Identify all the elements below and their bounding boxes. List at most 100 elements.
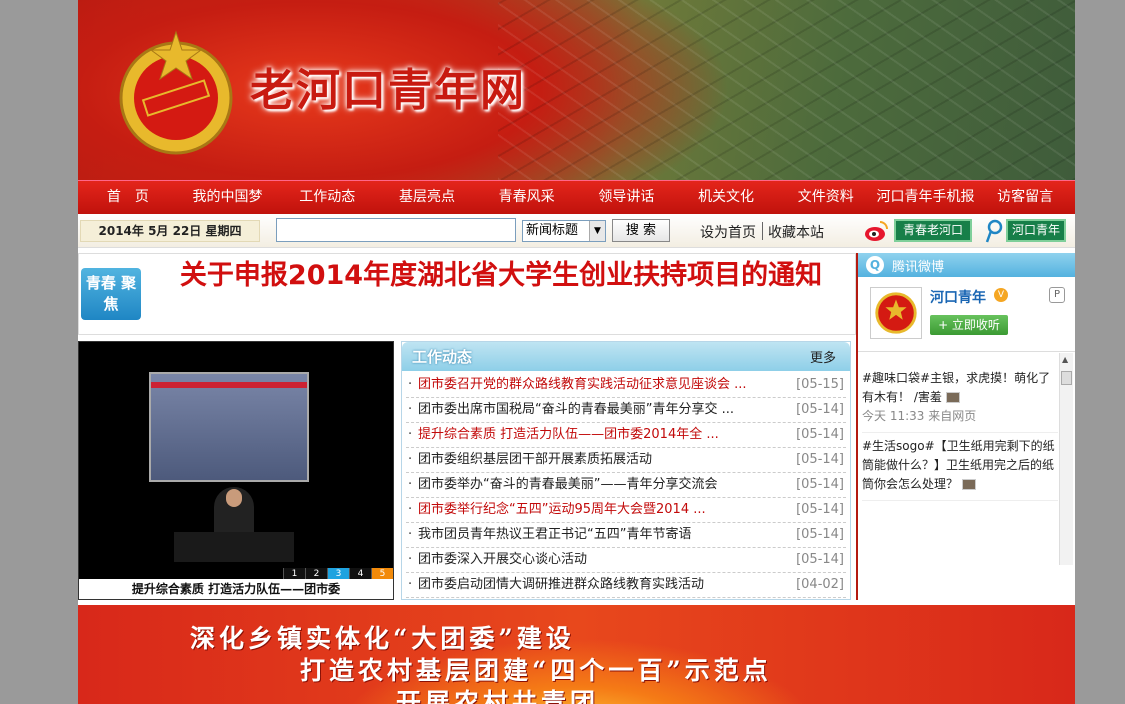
- news-item-title[interactable]: 团市委组织基层团干部开展素质拓展活动: [418, 448, 778, 472]
- feed-post: #生活sogo#【卫生纸用完剩下的纸筒能做什么？】卫生纸用完之后的纸筒你会怎么处…: [862, 433, 1058, 501]
- news-item-date: [05-14]: [796, 402, 844, 417]
- news-item-title[interactable]: 团市委出席市国税局“奋斗的青春最美丽”青年分享交 ...: [418, 398, 778, 422]
- search-scope-select[interactable]: 新闻标题 ▼: [522, 220, 606, 242]
- follow-button[interactable]: + 立即收听: [930, 315, 1008, 335]
- news-item-date: [04-02]: [796, 577, 844, 592]
- avatar[interactable]: [870, 287, 922, 339]
- favorite-link[interactable]: 收藏本站: [768, 222, 824, 242]
- news-item-date: [05-14]: [796, 552, 844, 567]
- image-icon[interactable]: [961, 479, 976, 490]
- site-banner: 老河口青年网: [78, 0, 1075, 180]
- promo-line-2: 打造农村基层团建“四个一百”示范点: [300, 656, 772, 685]
- city-aerial-image: [498, 0, 1075, 180]
- headline-title[interactable]: 关于申报2014年度湖北省大学生创业扶持项目的通知: [147, 258, 855, 294]
- bullet: ·: [408, 477, 413, 492]
- search-button[interactable]: 搜 索: [612, 219, 670, 242]
- news-item-date: [05-14]: [796, 527, 844, 542]
- chevron-down-icon: ▼: [589, 221, 605, 241]
- nav-item-leader-speech[interactable]: 领导讲话: [577, 181, 677, 214]
- current-date: 2014年 5月 22日 星期四: [80, 220, 260, 242]
- tencent-weibo-icon[interactable]: [984, 219, 1004, 243]
- widget-title: 腾讯微博: [892, 260, 945, 275]
- bullet: ·: [408, 427, 413, 442]
- toolbar: 2014年 5月 22日 星期四 新闻标题 ▼ 搜 索 设为首页 收藏本站 青春…: [78, 214, 1075, 248]
- nav-item-guestbook[interactable]: 访客留言: [975, 181, 1075, 214]
- news-item-title[interactable]: 提升综合素质 打造活力队伍——团市委2014年全 ...: [418, 423, 778, 447]
- news-item[interactable]: · 团市委出席市国税局“奋斗的青春最美丽”青年分享交 ... [05-14]: [406, 398, 846, 423]
- nav-item-office-culture[interactable]: 机关文化: [676, 181, 776, 214]
- nav-item-grassroots[interactable]: 基层亮点: [377, 181, 477, 214]
- news-item-date: [05-14]: [796, 502, 844, 517]
- bullet: ·: [408, 577, 413, 592]
- feed-post-meta: 今天 11:33 来自网页: [862, 409, 977, 423]
- news-item-title[interactable]: 我市团员青年热议王君正书记“五四”青年节寄语: [418, 523, 778, 547]
- search-scope-value: 新闻标题: [526, 223, 579, 238]
- news-item-title[interactable]: 团市委启动团情大调研推进群众路线教育实践活动: [418, 573, 778, 597]
- news-item[interactable]: · 团市委举办“奋斗的青春最美丽”——青年分享交流会 [05-14]: [406, 473, 846, 498]
- news-item[interactable]: · 团市委召开党的群众路线教育实践活动征求意见座谈会 ... [05-15]: [406, 373, 846, 398]
- nav-item-work-news[interactable]: 工作动态: [277, 181, 377, 214]
- news-item-title[interactable]: 团市委举行纪念“五四”运动95周年大会暨2014 ...: [418, 498, 778, 522]
- news-panel-title: 工作动态: [412, 348, 473, 366]
- news-panel-header: 工作动态 更多: [402, 342, 850, 371]
- tencent-weibo-widget: Q 腾讯微博 河口青年 V + 立即收听 P #趣味口袋#主银，求虎摸！萌化了有…: [856, 253, 1075, 600]
- work-news-panel: 工作动态 更多 · 团市委召开党的群众路线教育实践活动征求意见座谈会 ... [05…: [401, 341, 851, 600]
- account-name[interactable]: 河口青年: [930, 287, 986, 307]
- verified-icon: V: [994, 288, 1008, 302]
- scroll-up-icon[interactable]: ▲: [1062, 355, 1068, 364]
- nav-item-mobile-news[interactable]: 河口青年手机报: [876, 181, 976, 214]
- bullet: ·: [408, 527, 413, 542]
- youth-league-emblem-icon: [119, 30, 233, 155]
- news-item[interactable]: · 团市委启动团情大调研推进群众路线教育实践活动 [04-02]: [406, 573, 846, 598]
- bullet: ·: [408, 377, 413, 392]
- weibo-follow-button[interactable]: 青春老河口: [894, 219, 972, 242]
- site-title: 老河口青年网: [250, 65, 526, 116]
- bullet: ·: [408, 552, 413, 567]
- bullet: ·: [408, 452, 413, 467]
- news-item[interactable]: · 团市委举行纪念“五四”运动95周年大会暨2014 ... [05-14]: [406, 498, 846, 523]
- news-item[interactable]: · 团市委深入开展交心谈心活动 [05-14]: [406, 548, 846, 573]
- set-home-link[interactable]: 设为首页: [700, 222, 756, 242]
- youth-focus-badge: 青春 聚焦: [81, 268, 141, 320]
- news-item-date: [05-14]: [796, 477, 844, 492]
- slide-projection-screen: [149, 372, 309, 482]
- weibo-icon[interactable]: [864, 220, 888, 242]
- feed-scrollbar[interactable]: ▲: [1059, 353, 1073, 565]
- nav-item-home[interactable]: 首 页: [78, 181, 178, 214]
- bullet: ·: [408, 502, 413, 517]
- search-input[interactable]: [276, 218, 516, 242]
- tencent-logo-icon: Q: [866, 256, 884, 274]
- bullet: ·: [408, 402, 413, 417]
- share-icon[interactable]: P: [1049, 287, 1065, 303]
- weibo-profile: 河口青年 V + 立即收听 P: [858, 277, 1075, 352]
- news-item-date: [05-14]: [796, 427, 844, 442]
- slide-caption[interactable]: 提升综合素质 打造活力队伍——团市委: [79, 579, 393, 599]
- news-item-title[interactable]: 团市委召开党的群众路线教育实践活动征求意见座谈会 ...: [418, 373, 778, 397]
- news-item-title[interactable]: 团市委深入开展交心谈心活动: [418, 548, 778, 572]
- photo-slideshow[interactable]: 1 2 3 4 5 提升综合素质 打造活力队伍——团市委: [78, 341, 394, 600]
- main-nav: 首 页 我的中国梦 工作动态 基层亮点 青春风采 领导讲话 机关文化 文件资料 …: [78, 180, 1075, 214]
- news-item-title[interactable]: 团市委举办“奋斗的青春最美丽”——青年分享交流会: [418, 473, 778, 497]
- scroll-thumb[interactable]: [1061, 371, 1072, 385]
- nav-item-china-dream[interactable]: 我的中国梦: [178, 181, 278, 214]
- promo-banner[interactable]: 深化乡镇实体化“大团委”建设 打造农村基层团建“四个一百”示范点 开展农村共青团: [78, 605, 1075, 704]
- news-item-date: [05-14]: [796, 452, 844, 467]
- tencent-follow-button[interactable]: 河口青年: [1006, 219, 1066, 242]
- weibo-feed[interactable]: #趣味口袋#主银，求虎摸！萌化了有木有！ /害羞 今天 11:33 来自网页 #…: [862, 365, 1058, 565]
- news-item[interactable]: · 团市委组织基层团干部开展素质拓展活动 [05-14]: [406, 448, 846, 473]
- page: 老河口青年网 首 页 我的中国梦 工作动态 基层亮点 青春风采 领导讲话 机关文…: [78, 0, 1075, 704]
- news-list: · 团市委召开党的群众路线教育实践活动征求意见座谈会 ... [05-15] · 团市委…: [402, 371, 850, 600]
- news-item[interactable]: · 提升综合素质 打造活力队伍——团市委2014年全 ... [05-14]: [406, 423, 846, 448]
- nav-item-documents[interactable]: 文件资料: [776, 181, 876, 214]
- image-icon[interactable]: [945, 392, 960, 403]
- divider: [762, 222, 763, 240]
- nav-item-youth-style[interactable]: 青春风采: [477, 181, 577, 214]
- widget-header: Q 腾讯微博: [858, 253, 1075, 277]
- promo-line-3: 开展农村共青团: [396, 688, 600, 704]
- slide-desk: [174, 532, 294, 562]
- news-more-link[interactable]: 更多: [810, 347, 836, 366]
- news-item[interactable]: · 我市团员青年热议王君正书记“五四”青年节寄语 [05-14]: [406, 523, 846, 548]
- headline-box: 青春 聚焦 关于申报2014年度湖北省大学生创业扶持项目的通知: [78, 253, 856, 335]
- news-item-date: [05-15]: [796, 377, 844, 392]
- promo-line-1: 深化乡镇实体化“大团委”建设: [190, 624, 575, 653]
